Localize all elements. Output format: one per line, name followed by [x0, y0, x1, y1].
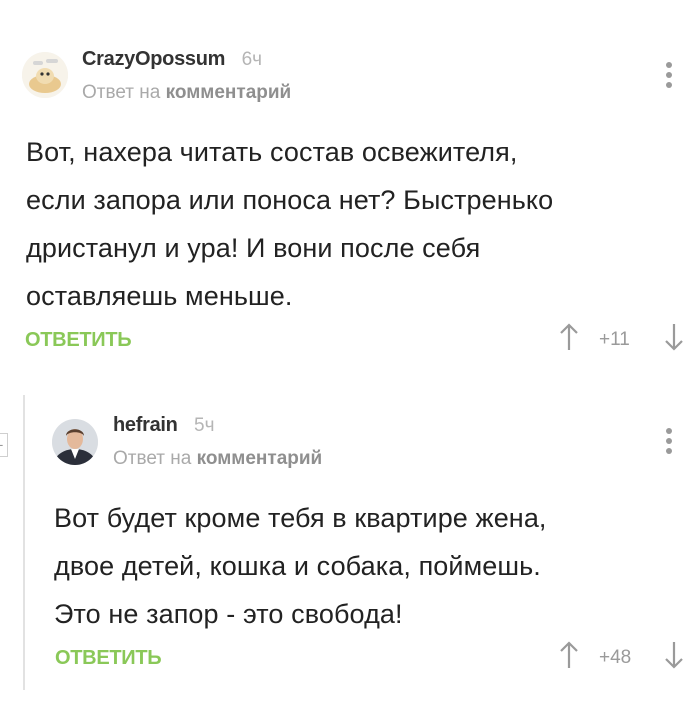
arrow-down-icon[interactable] [663, 322, 685, 357]
more-vertical-icon[interactable] [666, 428, 672, 458]
arrow-up-icon[interactable] [558, 640, 580, 675]
avatar[interactable] [52, 419, 98, 465]
comment-line: Это не запор - это свобода! [54, 599, 403, 629]
comment-line: если запора или поноса нет? Быстренько [26, 185, 554, 215]
reply-button[interactable]: ОТВЕТИТЬ [55, 647, 162, 670]
username[interactable]: hefrain [113, 414, 178, 436]
reply-prefix: Ответ на [82, 82, 161, 103]
reply-to-comment-link[interactable]: комментарий [166, 82, 292, 103]
reply-to-line: Ответ на комментарий [113, 448, 322, 470]
comment-line: Вот будет кроме тебя в квартире жена, [54, 503, 547, 533]
comment-body: Вот, нахера читать состав освежителя, ес… [26, 128, 553, 320]
reply-button[interactable]: ОТВЕТИТЬ [25, 329, 132, 352]
username[interactable]: CrazyOpossum [82, 48, 225, 70]
comment-line: оставляешь меньше. [26, 281, 293, 311]
comment-line: двое детей, кошка и собака, поймешь. [54, 551, 541, 581]
arrow-up-icon[interactable] [558, 322, 580, 357]
more-vertical-icon[interactable] [666, 62, 672, 92]
rating-value: +11 [599, 329, 630, 350]
reply-to-comment-link[interactable]: комментарий [197, 448, 323, 469]
rating-value: +48 [599, 647, 632, 668]
reply-to-line: Ответ на комментарий [82, 82, 291, 104]
thread-line [23, 395, 25, 690]
reply-prefix: Ответ на [113, 448, 192, 469]
arrow-down-icon[interactable] [663, 640, 685, 675]
comment-body: Вот будет кроме тебя в квартире жена, дв… [54, 494, 547, 638]
person-avatar-icon [52, 419, 98, 465]
timestamp: 5ч [194, 415, 215, 436]
comment-line: дристанул и ура! И вони после себя [26, 233, 481, 263]
timestamp: 6ч [241, 49, 263, 70]
collapse-thread-button[interactable]: - [0, 433, 8, 457]
comment-line: Вот, нахера читать состав освежителя, [26, 137, 518, 167]
opossum-avatar-icon [22, 52, 68, 98]
avatar[interactable] [22, 52, 68, 98]
